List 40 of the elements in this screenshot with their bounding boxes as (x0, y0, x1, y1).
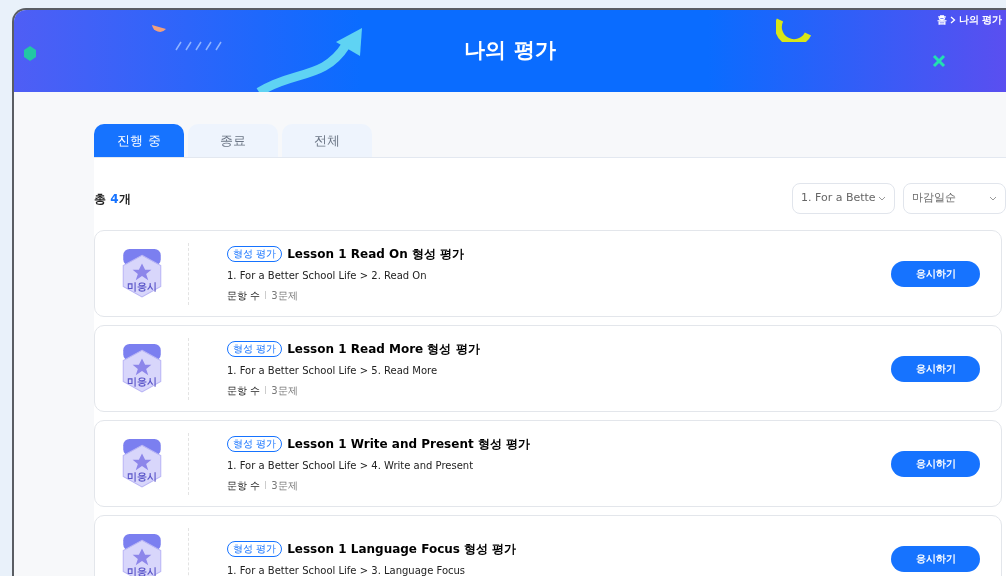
question-count-label: 문항 수 (227, 383, 261, 398)
question-count: 3문제 (271, 478, 298, 493)
chevron-down-icon (989, 196, 997, 201)
chevron-down-icon (878, 196, 886, 201)
status-label: 미응시 (126, 374, 158, 389)
status-label: 미응시 (126, 469, 158, 484)
assessment-title: Lesson 1 Language Focus 형성 평가 (287, 540, 517, 558)
tab[interactable]: 진행 중 (94, 124, 184, 157)
question-count: 3문제 (271, 383, 298, 398)
assessment-title: Lesson 1 Write and Present 형성 평가 (287, 435, 531, 453)
filter-dropdown[interactable]: 마감일순 (903, 183, 1006, 214)
lesson-path: 1. For a Better School Life > 5. Read More (227, 363, 439, 378)
breadcrumb-link[interactable]: 나의 평가 (958, 12, 1002, 27)
lesson-path: 1. For a Better School Life > 4. Write and Present (227, 458, 475, 473)
question-count-label: 문항 수 (227, 288, 261, 303)
lesson-path: 1. For a Better School Life > 3. Language Focus (227, 563, 467, 576)
tab[interactable]: 전체 (282, 124, 372, 157)
page-title: 나의 평가 (464, 37, 556, 65)
question-count-label: 문항 수 (227, 478, 261, 493)
assessment-title: Lesson 1 Read More 형성 평가 (287, 340, 480, 358)
cross-drawing (932, 54, 946, 68)
status-label: 미응시 (126, 564, 158, 576)
total-count: 총 4개 (94, 190, 131, 208)
take-test-button[interactable]: 응시하기 (891, 355, 980, 382)
badge-drawing (120, 248, 164, 299)
take-test-button[interactable]: 응시하기 (891, 545, 980, 572)
take-test-button[interactable]: 응시하기 (891, 260, 980, 287)
question-count: 3문제 (271, 288, 298, 303)
lesson-path: 1. For a Better School Life > 2. Read On (227, 268, 428, 283)
badge-drawing (120, 343, 164, 394)
badge-drawing (120, 533, 164, 576)
assessment-title: Lesson 1 Read On 형성 평가 (287, 245, 465, 263)
breadcrumb-link[interactable]: 홈 (936, 12, 947, 27)
chevron-right-icon (949, 15, 956, 24)
badge-drawing (120, 438, 164, 489)
status-label: 미응시 (126, 279, 158, 294)
filter-dropdown[interactable]: 1. For a Bette (792, 183, 895, 214)
take-test-button[interactable]: 응시하기 (891, 450, 980, 477)
tab[interactable]: 종료 (188, 124, 278, 157)
arc-drawing (776, 16, 812, 42)
